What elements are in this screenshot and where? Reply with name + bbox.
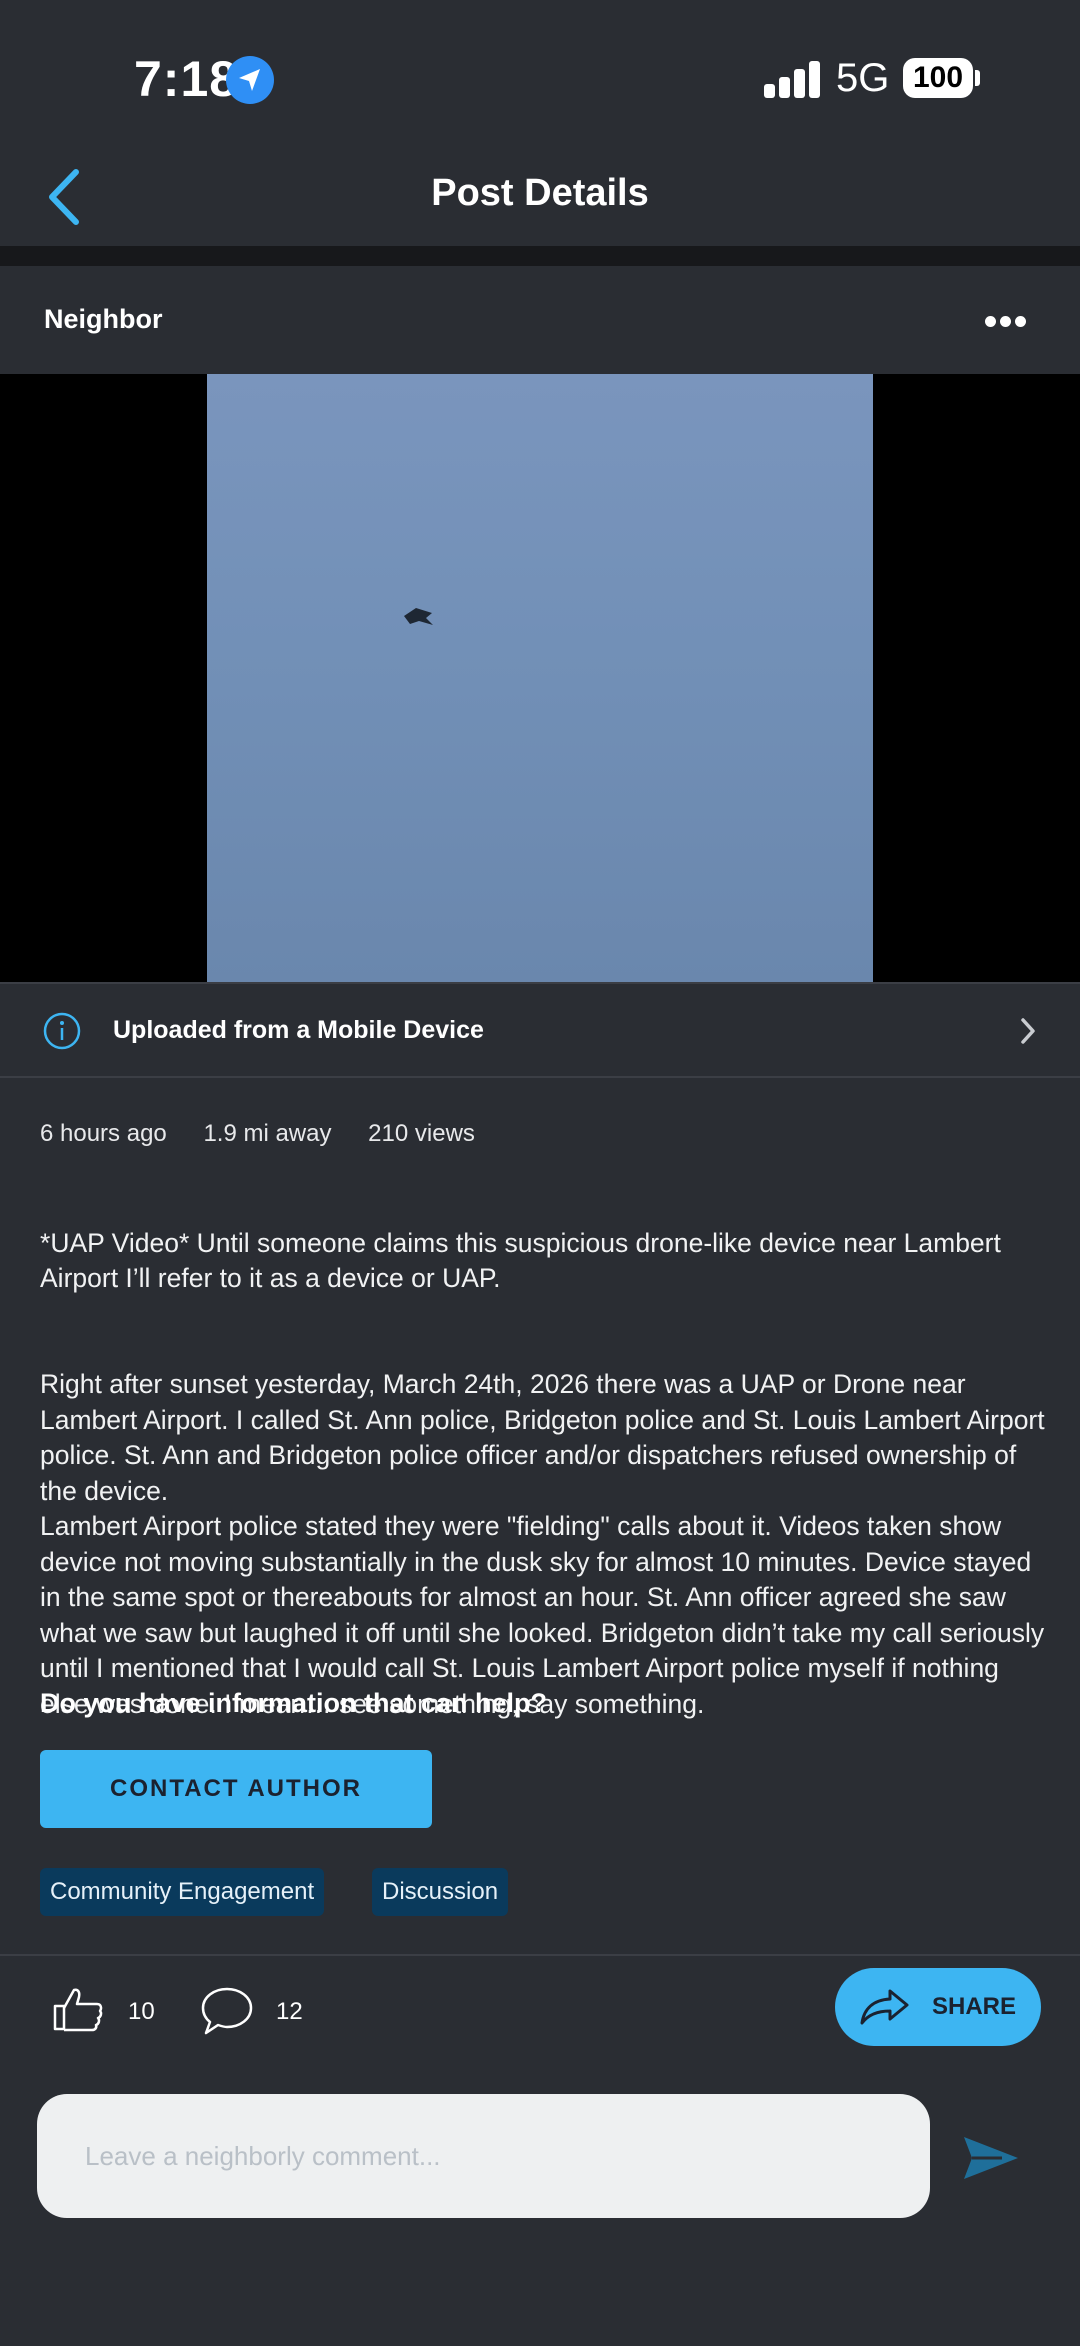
post-author[interactable]: Neighbor [44, 304, 163, 335]
contact-author-button[interactable]: CONTACT AUTHOR [40, 1750, 432, 1828]
help-question: Do you have information that can help? [40, 1688, 548, 1718]
post-paragraph: Right after sunset yesterday, March 24th… [40, 1369, 1045, 1719]
comment-count: 12 [276, 1998, 303, 2025]
more-options-button[interactable] [980, 306, 1030, 336]
cellular-signal-icon [764, 60, 822, 98]
posted-time: 6 hours ago [40, 1120, 167, 1147]
share-button[interactable]: SHARE [835, 1968, 1041, 2046]
view-count: 210 views [368, 1120, 475, 1147]
nav-bar: Post Details [0, 150, 1080, 246]
chevron-right-icon [1021, 1018, 1035, 1044]
page-title: Post Details [431, 172, 649, 214]
comment-bubble-icon[interactable] [200, 1986, 254, 2036]
battery-tip [975, 70, 980, 86]
upload-notice-label: Uploaded from a Mobile Device [113, 1016, 484, 1044]
action-bar: 10 12 SHARE [0, 1954, 1080, 2048]
status-bar: 7:18 5G 100 [0, 0, 1080, 150]
location-arrow-icon [226, 56, 274, 104]
comment-composer [0, 2048, 1080, 2346]
info-icon [43, 1012, 81, 1050]
post-meta: 6 hours ago 1.9 mi away 210 views [40, 1120, 505, 1148]
tag-community-engagement[interactable]: Community Engagement [40, 1868, 325, 1916]
comment-input[interactable] [37, 2094, 930, 2218]
share-arrow-icon [860, 1989, 909, 2025]
more-dots-icon [985, 316, 996, 327]
post-media[interactable] [0, 374, 1080, 982]
like-count: 10 [128, 1998, 155, 2025]
thumbs-up-icon[interactable] [52, 1986, 104, 2032]
post-header: Neighbor [0, 266, 1080, 374]
battery-icon: 100 [903, 58, 973, 98]
send-icon[interactable] [962, 2134, 1020, 2182]
share-label: SHARE [932, 1993, 1017, 2020]
video-frame[interactable] [207, 374, 873, 982]
section-divider [0, 246, 1080, 266]
distance: 1.9 mi away [203, 1120, 332, 1147]
network-type: 5G [836, 56, 890, 100]
uap-object [404, 608, 433, 625]
tag-discussion[interactable]: Discussion [372, 1868, 509, 1916]
status-time: 7:18 [134, 51, 239, 107]
upload-notice-row[interactable]: Uploaded from a Mobile Device [0, 982, 1080, 1078]
post-paragraph: *UAP Video* Until someone claims this su… [40, 1227, 1001, 1294]
post-body: *UAP Video* Until someone claims this su… [40, 1190, 1050, 1758]
